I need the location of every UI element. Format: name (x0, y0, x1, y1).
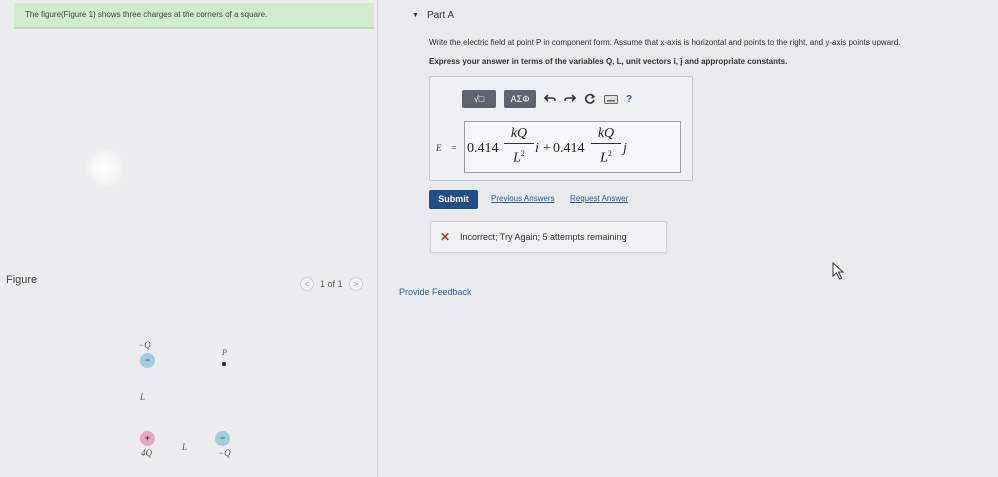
bottom-left-charge: + (140, 431, 155, 446)
question-text: Write the electric field at point P in c… (429, 38, 901, 47)
x-icon: ✕ (440, 230, 451, 244)
redo-icon[interactable] (564, 90, 576, 108)
fraction-1: kQ L2 (504, 125, 534, 167)
figure-label: Figure (6, 274, 38, 286)
point-p-dot (222, 362, 226, 366)
coefficient-1: 0.414 (467, 141, 499, 156)
help-button[interactable]: ? (626, 90, 632, 108)
caret-down-icon[interactable]: ▼ (412, 12, 419, 19)
prev-figure-button[interactable]: < (300, 277, 314, 291)
charge-diagram: −Q − P L + 4Q L − −Q (120, 330, 280, 470)
side-length-label: L (140, 392, 146, 402)
bottom-side-length-label: L (182, 442, 188, 452)
feedback-text: Incorrect; Try Again; 5 attempts remaini… (460, 232, 627, 242)
provide-feedback-link[interactable]: Provide Feedback (399, 287, 472, 297)
pager-text: 1 of 1 (320, 279, 343, 289)
next-figure-button[interactable]: > (348, 277, 363, 291)
part-title: Part A (426, 10, 455, 21)
previous-answers-link[interactable]: Previous Answers (491, 194, 555, 203)
intro-text: The figure(Figure 1) shows three charges… (25, 10, 268, 19)
top-left-charge: − (140, 353, 155, 368)
e-field-label: E⃗ = (436, 143, 457, 153)
figure-pager: < 1 of 1 > (300, 277, 363, 291)
screen-glare (85, 150, 125, 186)
unit-vector-j: j (623, 141, 627, 156)
bottom-right-charge-label: −Q (218, 448, 231, 458)
bottom-left-charge-label: 4Q (141, 448, 152, 458)
reset-icon[interactable] (584, 90, 596, 108)
mouse-cursor-icon (831, 261, 847, 280)
fraction-2: kQ L2 (591, 125, 621, 167)
feedback-message: ✕ Incorrect; Try Again; 5 attempts remai… (430, 221, 667, 253)
answer-row: E⃗ = 0.414 kQ L2 i + 0.414 kQ L2 j (436, 121, 690, 175)
instruction-text: Express your answer in terms of the vari… (429, 57, 788, 66)
submit-button[interactable]: Submit (429, 190, 478, 209)
coefficient-2: 0.414 (553, 141, 585, 156)
templates-button[interactable]: √□ (462, 90, 496, 108)
bottom-right-charge: − (215, 431, 230, 446)
greek-symbols-button[interactable]: ΑΣΦ (504, 90, 536, 108)
point-p-label: P (222, 348, 227, 357)
answer-box: √□ ΑΣΦ ? E⃗ = 0.414 kQ L2 i + 0.414 kQ L… (429, 76, 693, 181)
part-header[interactable]: ▼ Part A (412, 10, 454, 21)
figure-panel: The figure(Figure 1) shows three charges… (0, 0, 378, 477)
intro-bar: The figure(Figure 1) shows three charges… (14, 3, 374, 29)
top-charge-label: −Q (138, 340, 151, 350)
plus-sign: + (543, 141, 551, 156)
question-panel: ▼ Part A Write the electric field at poi… (379, 0, 998, 477)
answer-input[interactable]: 0.414 kQ L2 i + 0.414 kQ L2 j (464, 121, 681, 173)
request-answer-link[interactable]: Request Answer (570, 194, 628, 203)
keyboard-icon[interactable] (604, 90, 618, 108)
undo-icon[interactable] (544, 90, 556, 108)
unit-vector-i: i (535, 141, 539, 156)
math-toolbar: √□ ΑΣΦ ? (462, 87, 670, 111)
